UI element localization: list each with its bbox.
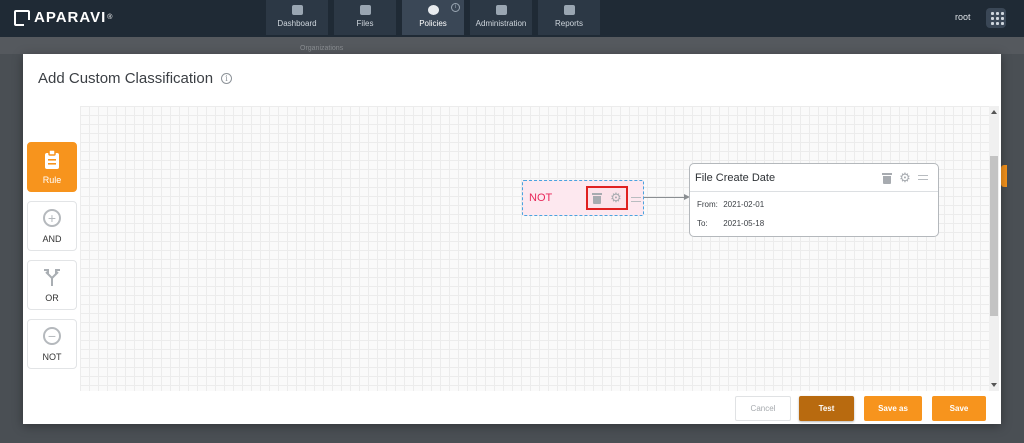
users-icon: [495, 5, 507, 15]
nav-tab-label: Reports: [554, 19, 583, 28]
background-toolbar: [0, 37, 1024, 54]
trash-icon[interactable]: [882, 172, 892, 184]
palette-item-not[interactable]: − NOT: [27, 319, 77, 369]
nav-tab-label: Administration: [475, 19, 527, 28]
nav-tab-label: Files: [356, 19, 374, 28]
nav-tab-policies[interactable]: Policies i: [402, 0, 464, 35]
main-nav: Dashboard Files Policies i Administratio…: [266, 0, 606, 35]
to-row: To: 2021-05-18: [697, 219, 764, 228]
not-node[interactable]: NOT ⚙: [522, 180, 644, 216]
background-breadcrumb: Organizations: [300, 45, 344, 52]
background-side-tab: [1001, 165, 1007, 187]
palette-item-or[interactable]: OR: [27, 260, 77, 310]
from-row: From: 2021-02-01: [697, 200, 764, 209]
scrollbar-thumb[interactable]: [990, 156, 998, 316]
nav-tab-dashboard[interactable]: Dashboard: [266, 0, 328, 35]
branch-icon: [42, 267, 62, 287]
gear-icon: [427, 5, 439, 15]
palette-item-label: OR: [45, 293, 59, 303]
save-button[interactable]: Save: [932, 396, 986, 421]
plus-circle-icon: +: [42, 208, 62, 228]
brand-trademark: ®: [107, 14, 114, 21]
folder-icon: [359, 5, 371, 15]
clipboard-icon: [42, 149, 62, 169]
palette-item-label: NOT: [42, 352, 62, 362]
nav-tab-label: Policies: [419, 19, 447, 28]
canvas-scrollbar[interactable]: [989, 106, 999, 391]
palette-item-and[interactable]: + AND: [27, 201, 77, 251]
palette-item-label: Rule: [42, 175, 62, 185]
connector-arrow: [644, 194, 690, 200]
user-name[interactable]: root: [955, 12, 971, 22]
drag-handle-icon[interactable]: [918, 175, 928, 180]
nav-tab-reports[interactable]: Reports: [538, 0, 600, 35]
dialog-title: Add Custom Classification: [38, 70, 214, 87]
top-nav-bar: APARAVI ® Dashboard Files Policies i Admi…: [0, 0, 1024, 37]
gear-icon[interactable]: ⚙: [899, 171, 911, 184]
scroll-up-icon[interactable]: [991, 110, 997, 114]
info-icon[interactable]: i: [221, 73, 233, 84]
cancel-button[interactable]: Cancel: [735, 396, 791, 421]
not-node-actions: ⚙: [586, 186, 628, 210]
info-badge-icon[interactable]: i: [451, 3, 460, 12]
nav-tab-administration[interactable]: Administration: [470, 0, 532, 35]
file-create-date-node[interactable]: File Create Date ⚙ From: 2021-02-01 To: …: [689, 163, 939, 237]
logo-mark-icon: [14, 9, 31, 27]
from-value: 2021-02-01: [723, 200, 765, 209]
nav-tab-files[interactable]: Files: [334, 0, 396, 35]
palette-item-rule[interactable]: Rule: [27, 142, 77, 192]
from-label: From:: [697, 200, 718, 209]
drag-handle-icon[interactable]: [631, 197, 641, 202]
dialog-title-row: Add Custom Classification i: [38, 70, 233, 87]
node-title: File Create Date: [695, 172, 776, 184]
nav-tab-label: Dashboard: [277, 19, 317, 28]
aparavi-logo[interactable]: APARAVI ®: [14, 9, 114, 27]
apps-grid-icon[interactable]: [986, 8, 1006, 28]
test-button[interactable]: Test: [799, 396, 854, 421]
gear-icon[interactable]: ⚙: [610, 191, 622, 204]
dashboard-icon: [291, 5, 303, 15]
minus-circle-icon: −: [42, 326, 62, 346]
not-node-label: NOT: [529, 192, 553, 204]
to-label: To:: [697, 219, 708, 228]
scroll-down-icon[interactable]: [991, 383, 997, 387]
palette-item-label: AND: [42, 234, 62, 244]
trash-icon[interactable]: [592, 192, 602, 204]
rule-canvas[interactable]: [80, 106, 992, 391]
node-header: File Create Date ⚙: [690, 164, 938, 192]
add-custom-classification-dialog: Add Custom Classification i Rule + AND O…: [23, 54, 1001, 424]
clipboard-icon: [563, 5, 575, 15]
node-palette: Rule + AND OR − NOT: [27, 142, 77, 378]
brand-name: APARAVI: [34, 9, 107, 26]
to-value: 2021-05-18: [723, 219, 765, 228]
save-as-button[interactable]: Save as: [864, 396, 922, 421]
